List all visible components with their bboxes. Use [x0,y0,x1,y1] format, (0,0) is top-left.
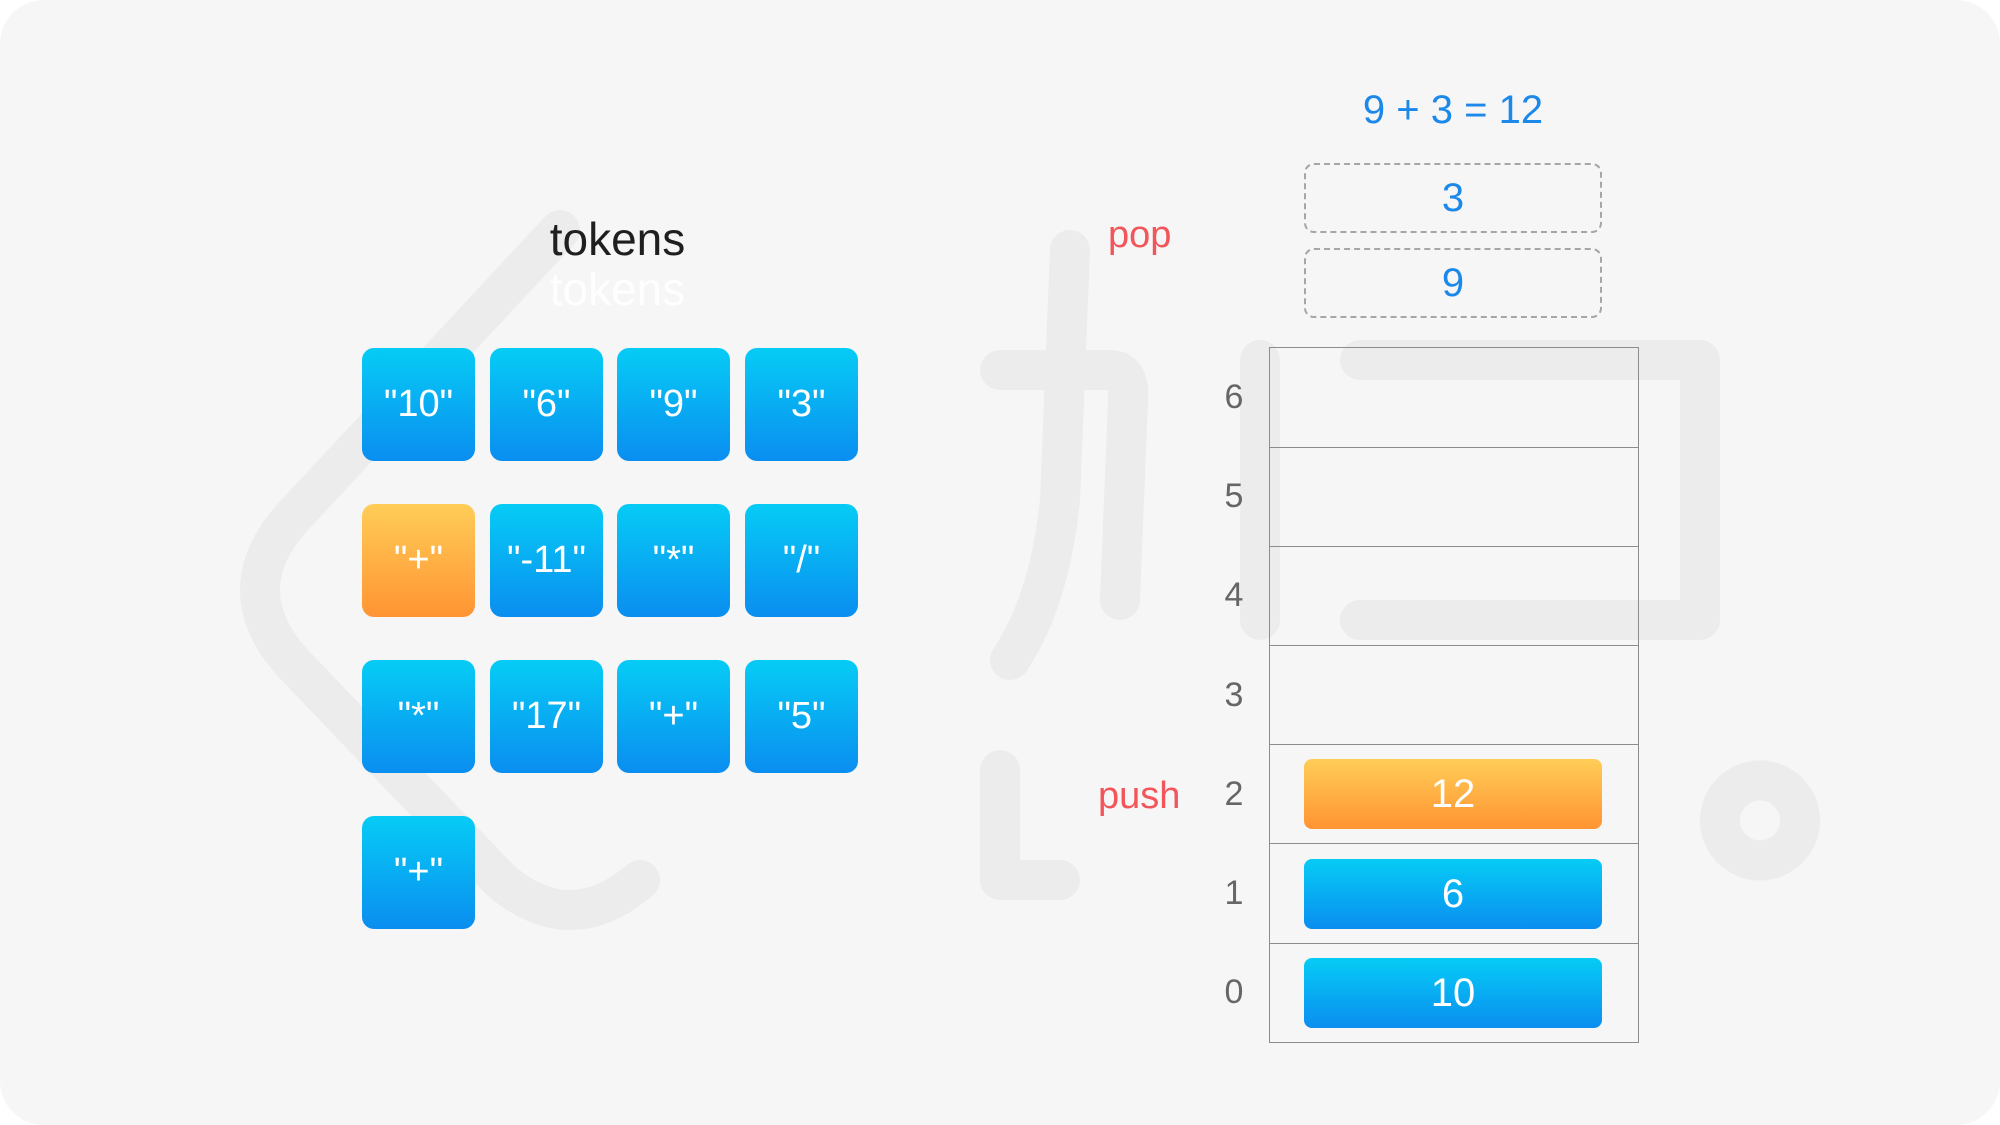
popped-value: 9 [1304,248,1602,318]
push-label: push [1098,775,1181,817]
stack-index: 3 [1224,676,1244,714]
token-cell-current: "+" [362,504,475,617]
token-cell: "+" [362,816,475,929]
stack-divider [1269,843,1639,844]
stack-index: 4 [1224,576,1244,614]
popped-value: 3 [1304,163,1602,233]
token-cell: "17" [490,660,603,773]
token-cell: "/" [745,504,858,617]
stack-index: 5 [1224,477,1244,515]
stack-index: 2 [1224,775,1244,813]
stack-item: 6 [1304,859,1602,929]
stack-item-pushed: 12 [1304,759,1602,829]
stack-divider [1269,943,1639,944]
stack-divider [1269,546,1639,547]
token-cell: "+" [617,660,730,773]
stack-index: 6 [1224,378,1244,416]
token-cell: "-11" [490,504,603,617]
stack-index: 1 [1224,874,1244,912]
stack-divider [1269,744,1639,745]
stack-index: 0 [1224,973,1244,1011]
equation-label: 9 + 3 = 12 [1362,88,1544,132]
stack-divider [1269,447,1639,448]
stack-divider [1269,645,1639,646]
token-cell: "3" [745,348,858,461]
token-cell: "*" [362,660,475,773]
stack-frame [1269,347,1639,1043]
pop-label: pop [1108,214,1172,256]
token-cell: "6" [490,348,603,461]
token-cell: "10" [362,348,475,461]
tokens-title: tokens [549,213,686,265]
token-cell: "5" [745,660,858,773]
token-cell: "*" [617,504,730,617]
token-cell: "9" [617,348,730,461]
stack-item: 10 [1304,958,1602,1028]
tokens-title-shadow: tokens [549,263,686,315]
watermark-logo [240,210,1820,930]
diagram-canvas: tokens tokens "10" "6" "9" "3" "+" "-11"… [0,0,2000,1125]
